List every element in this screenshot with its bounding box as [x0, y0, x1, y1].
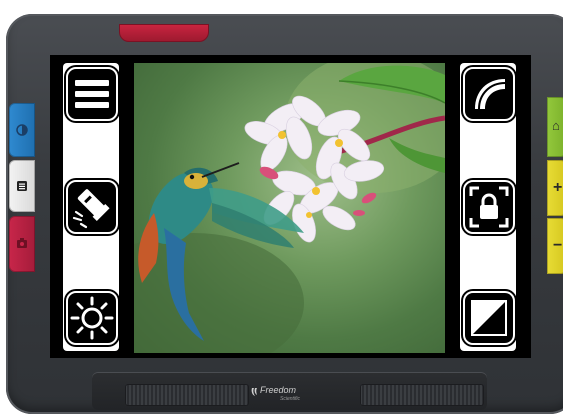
right-tool-panel [460, 63, 516, 351]
green-button[interactable]: ⌂ [547, 97, 563, 157]
menu-icon [17, 181, 27, 191]
plus-icon: + [553, 179, 563, 196]
left-speaker-grille [125, 384, 249, 406]
left-tool-panel [63, 63, 119, 351]
minus-button[interactable]: − [547, 218, 563, 274]
camera-icon [17, 238, 27, 248]
contrast-tool-button[interactable] [463, 291, 515, 345]
sun-brightness-icon [70, 296, 114, 340]
red-button[interactable] [9, 216, 35, 272]
power-button[interactable] [119, 24, 209, 42]
blue-button[interactable] [9, 103, 35, 157]
home-icon: ⌂ [552, 118, 560, 133]
curve-guide-icon [475, 79, 506, 110]
right-speaker-grille [360, 384, 484, 406]
flashlight-tool-button[interactable] [66, 180, 118, 234]
contrast-icon [471, 300, 507, 336]
display-screen [50, 55, 531, 358]
plus-button[interactable]: + [547, 160, 563, 216]
brand-subname: Scientific [280, 396, 301, 402]
hummingbird-flower-photo [134, 63, 445, 353]
hamburger-menu-icon [75, 80, 109, 108]
brand-name: Freedom [260, 385, 297, 395]
minus-icon: − [553, 237, 563, 254]
reading-line-tool-button[interactable] [463, 67, 515, 121]
menu-tool-button[interactable] [66, 67, 118, 121]
magnified-camera-image [134, 63, 445, 353]
focus-lock-tool-button[interactable] [463, 180, 515, 234]
lock-icon [469, 186, 509, 228]
contrast-icon [16, 124, 28, 136]
speaker-bar: Freedom Scientific [92, 372, 487, 410]
brightness-tool-button[interactable] [66, 291, 118, 345]
freedom-scientific-logo-icon [251, 388, 257, 396]
flashlight-icon [72, 189, 110, 229]
white-button[interactable] [9, 160, 35, 212]
